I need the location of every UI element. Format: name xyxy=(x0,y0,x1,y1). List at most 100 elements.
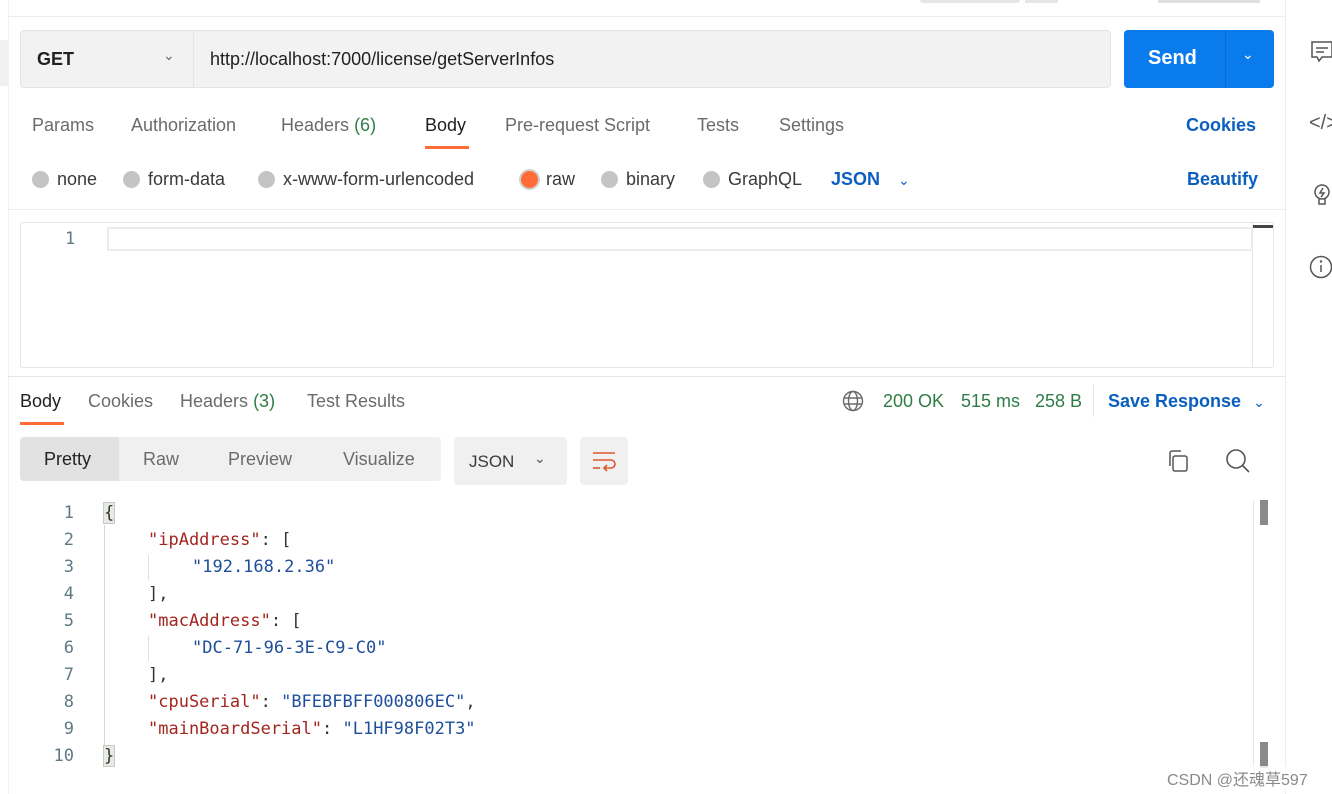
info-icon[interactable] xyxy=(1309,255,1332,279)
line-number: 4 xyxy=(63,584,74,604)
lightbulb-icon[interactable] xyxy=(1310,181,1332,209)
resp-tab-body[interactable]: Body xyxy=(20,391,61,412)
response-format-select[interactable]: JSON ⌄ xyxy=(454,437,567,485)
line-number: 7 xyxy=(63,665,74,685)
json-punct: : [ xyxy=(270,611,302,631)
line-number: 10 xyxy=(53,746,74,766)
tab-tests[interactable]: Tests xyxy=(697,115,739,136)
code-line: "macAddress": [ xyxy=(148,611,302,631)
top-button-partial[interactable] xyxy=(1158,0,1260,3)
method-label: GET xyxy=(37,49,75,69)
chevron-down-icon: ⌄ xyxy=(534,450,546,466)
radio-label: x-www-form-urlencoded xyxy=(283,169,475,189)
tab-settings[interactable]: Settings xyxy=(779,115,844,136)
request-body-editor[interactable]: 1 xyxy=(20,222,1274,368)
url-input[interactable]: http://localhost:7000/license/getServerI… xyxy=(210,49,554,70)
line-number: 2 xyxy=(63,530,74,550)
code-icon[interactable]: </> xyxy=(1309,112,1332,135)
view-mode-group: Pretty Raw Preview Visualize xyxy=(20,437,441,481)
json-key: "mainBoardSerial" xyxy=(148,719,322,739)
tab-authorization[interactable]: Authorization xyxy=(131,115,236,136)
response-size[interactable]: 258 B xyxy=(1035,391,1082,412)
globe-icon[interactable] xyxy=(842,390,864,412)
radio-binary[interactable]: binary xyxy=(601,169,675,191)
wrap-lines-button[interactable] xyxy=(580,437,628,485)
active-line-highlight xyxy=(107,227,1253,251)
indent-guide xyxy=(104,525,105,745)
code-line: "ipAddress": [ xyxy=(148,530,291,550)
editor-scrollbar[interactable] xyxy=(1252,223,1273,367)
chevron-down-icon: ⌄ xyxy=(898,172,910,188)
chevron-down-icon: ⌄ xyxy=(1253,394,1265,410)
radio-label: GraphQL xyxy=(728,169,803,189)
tab-pre-request-script[interactable]: Pre-request Script xyxy=(505,115,650,136)
right-sidebar-border xyxy=(1285,0,1286,794)
scrollbar-thumb[interactable] xyxy=(1260,742,1268,768)
body-format-select[interactable]: JSON ⌄ xyxy=(831,169,910,190)
resp-tab-test-results[interactable]: Test Results xyxy=(307,391,405,412)
view-mode-preview[interactable]: Preview xyxy=(228,449,292,470)
top-button-partial[interactable] xyxy=(1025,0,1058,3)
radio-label: form-data xyxy=(148,169,226,189)
method-select[interactable]: GET ⌄ xyxy=(21,31,194,87)
cookies-link[interactable]: Cookies xyxy=(1186,115,1256,136)
body-format-label: JSON xyxy=(831,169,881,189)
json-string: "BFEBFBFF000806EC" xyxy=(281,692,466,712)
json-string: "DC-71-96-3E-C9-C0" xyxy=(192,638,387,658)
tab-params[interactable]: Params xyxy=(32,115,94,136)
tab-body[interactable]: Body xyxy=(425,115,466,136)
left-strip xyxy=(0,40,8,86)
radio-label: binary xyxy=(626,169,676,189)
resp-tab-headers[interactable]: Headers (3) xyxy=(180,391,275,412)
search-icon[interactable] xyxy=(1225,448,1251,474)
json-key: "macAddress" xyxy=(148,611,271,631)
json-string: "L1HF98F02T3" xyxy=(342,719,476,739)
radio-icon xyxy=(258,171,275,188)
comments-icon[interactable] xyxy=(1310,40,1332,64)
copy-icon[interactable] xyxy=(1166,449,1190,473)
resp-tab-headers-count: (3) xyxy=(253,391,276,411)
view-mode-raw[interactable]: Raw xyxy=(143,449,179,470)
radio-form-data[interactable]: form-data xyxy=(123,169,225,191)
radio-label: none xyxy=(57,169,98,189)
status-code[interactable]: 200 OK xyxy=(883,391,944,412)
line-number: 1 xyxy=(63,503,74,523)
code-brace-close: } xyxy=(102,745,116,767)
response-scrollbar[interactable] xyxy=(1253,500,1254,770)
divider xyxy=(1093,385,1094,417)
view-mode-visualize[interactable]: Visualize xyxy=(343,449,415,470)
scrollbar-thumb[interactable] xyxy=(1260,500,1268,525)
radio-label: raw xyxy=(546,169,576,189)
json-string: "192.168.2.36" xyxy=(192,557,336,577)
indent-guide xyxy=(148,555,149,580)
beautify-link[interactable]: Beautify xyxy=(1187,169,1258,190)
code-line: "cpuSerial": "BFEBFBFF000806EC", xyxy=(148,692,476,712)
radio-urlencoded[interactable]: x-www-form-urlencoded xyxy=(258,169,474,191)
tab-headers-label: Headers xyxy=(281,115,350,135)
json-punct: , xyxy=(465,692,476,712)
send-options-chevron-icon[interactable]: ⌄ xyxy=(1242,46,1254,63)
top-border xyxy=(8,16,1285,17)
top-button-partial[interactable] xyxy=(920,0,1020,3)
send-button[interactable]: Send ⌄ xyxy=(1124,30,1274,88)
resp-tab-cookies[interactable]: Cookies xyxy=(88,391,153,412)
chevron-down-icon: ⌄ xyxy=(163,47,175,63)
tab-headers[interactable]: Headers (6) xyxy=(281,115,376,136)
divider xyxy=(8,209,1285,210)
radio-graphql[interactable]: GraphQL xyxy=(703,169,802,191)
left-border xyxy=(8,0,9,794)
response-format-label: JSON xyxy=(469,452,515,471)
send-divider xyxy=(1225,30,1226,88)
wrap-lines-icon xyxy=(593,452,616,472)
pane-divider[interactable] xyxy=(8,376,1285,377)
save-response-button[interactable]: Save Response ⌄ xyxy=(1108,391,1265,412)
line-number: 8 xyxy=(63,692,74,712)
radio-icon xyxy=(32,171,49,188)
radio-raw[interactable]: raw xyxy=(521,169,575,191)
line-number: 5 xyxy=(63,611,74,631)
radio-none[interactable]: none xyxy=(32,169,97,191)
response-time[interactable]: 515 ms xyxy=(961,391,1020,412)
url-bar: GET ⌄ http://localhost:7000/license/getS… xyxy=(20,30,1111,88)
tab-headers-count: (6) xyxy=(354,115,377,135)
json-key: "cpuSerial" xyxy=(148,692,261,712)
